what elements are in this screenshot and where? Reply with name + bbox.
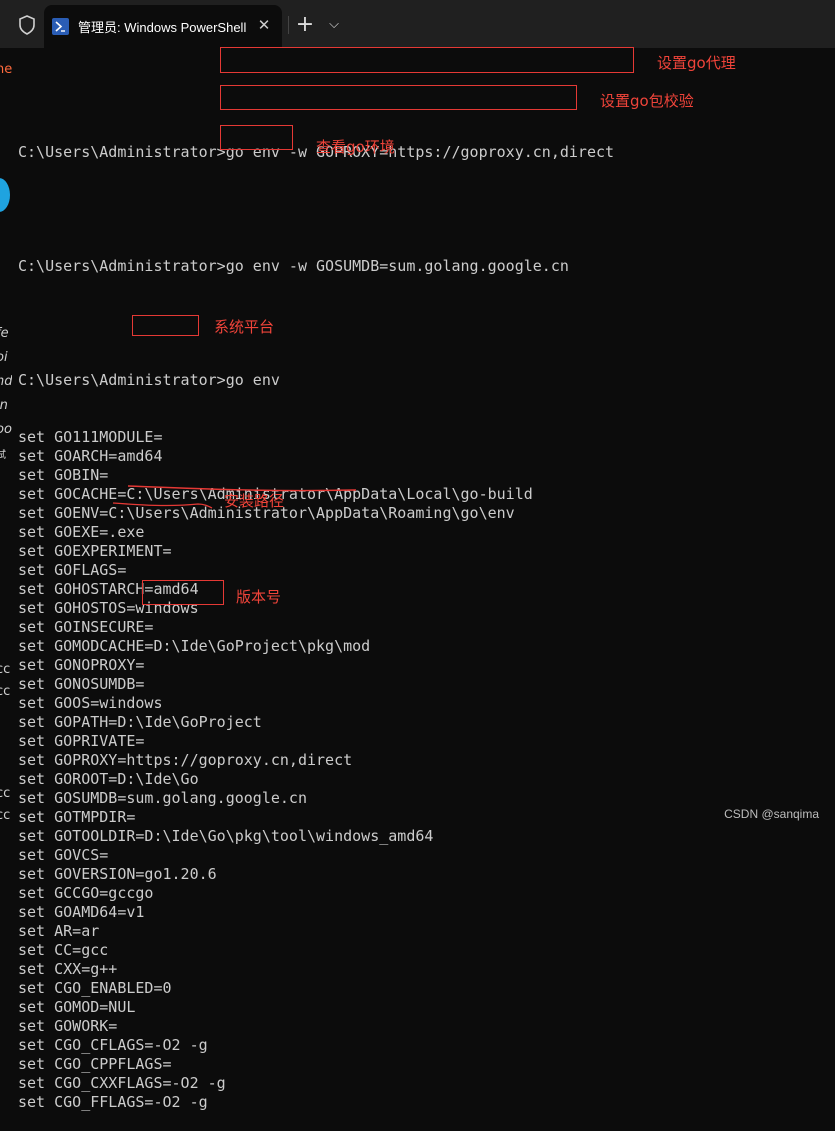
env-line: set CGO_CFLAGS=-O2 -g [18, 1036, 208, 1054]
annotation-goproxy: 设置go代理 [657, 54, 736, 72]
env-line: set CXX=g++ [18, 960, 118, 978]
env-line: set GOWORK= [18, 1017, 118, 1035]
annotation-version: 版本号 [236, 588, 282, 606]
annotation-platform: 系统平台 [214, 318, 275, 336]
annotation-goenv: 查看go环境 [316, 138, 395, 156]
annotation-install-path: 安装路径 [224, 492, 285, 510]
env-line: set GOMOD=NUL [18, 998, 136, 1016]
env-line: set CGO_CXXFLAGS=-O2 -g [18, 1074, 226, 1092]
env-line: set AR=ar [18, 922, 100, 940]
env-line: set CGO_ENABLED=0 [18, 979, 172, 997]
watermark: CSDN @sanqima [724, 807, 819, 821]
env-line: set GOAMD64=v1 [18, 903, 145, 921]
env-line: set CGO_CPPFLAGS= [18, 1055, 172, 1073]
env-line: set GCCGO=gccgo [18, 884, 154, 902]
env-line: set CGO_FFLAGS=-O2 -g [18, 1093, 208, 1111]
env-line: set GOVERSION=go1.20.6 [18, 865, 217, 883]
underline-marks [112, 485, 357, 509]
env-line: set CC=gcc [18, 941, 109, 959]
annotation-gosumdb: 设置go包校验 [600, 92, 694, 110]
env-line: set GOVCS= [18, 846, 109, 864]
